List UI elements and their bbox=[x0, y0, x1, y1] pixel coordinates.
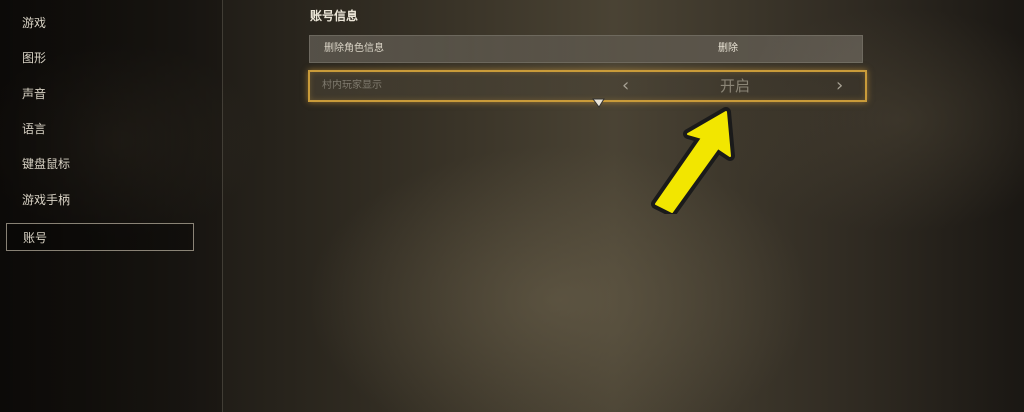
chevron-left-icon[interactable]: ‹ bbox=[622, 72, 629, 100]
village-player-display-label: 村内玩家显示 bbox=[322, 80, 382, 91]
mouse-cursor-icon bbox=[592, 98, 605, 108]
sidebar-item-language[interactable]: 语言 bbox=[6, 115, 194, 143]
settings-sidebar: 游戏 图形 声音 语言 键盘鼠标 游戏手柄 账号 bbox=[0, 0, 223, 412]
sidebar-item-sound[interactable]: 声音 bbox=[6, 80, 194, 108]
sidebar-item-account[interactable]: 账号 bbox=[6, 223, 194, 251]
sidebar-item-game[interactable]: 游戏 bbox=[6, 9, 194, 37]
chevron-right-icon[interactable]: › bbox=[836, 72, 843, 100]
yellow-arrow-icon bbox=[651, 107, 735, 214]
delete-character-row: 删除角色信息 删除 bbox=[309, 35, 863, 63]
delete-character-label: 删除角色信息 bbox=[324, 43, 384, 54]
sidebar-item-graphics[interactable]: 图形 bbox=[6, 44, 194, 72]
delete-button[interactable]: 删除 bbox=[718, 36, 738, 62]
section-title: 账号信息 bbox=[310, 9, 359, 23]
sidebar-item-gamepad[interactable]: 游戏手柄 bbox=[6, 186, 194, 214]
village-player-display-value: 开启 bbox=[720, 77, 751, 95]
sidebar-item-keyboard-mouse[interactable]: 键盘鼠标 bbox=[6, 150, 194, 178]
village-player-display-row[interactable]: 村内玩家显示 ‹ 开启 › bbox=[308, 70, 867, 102]
